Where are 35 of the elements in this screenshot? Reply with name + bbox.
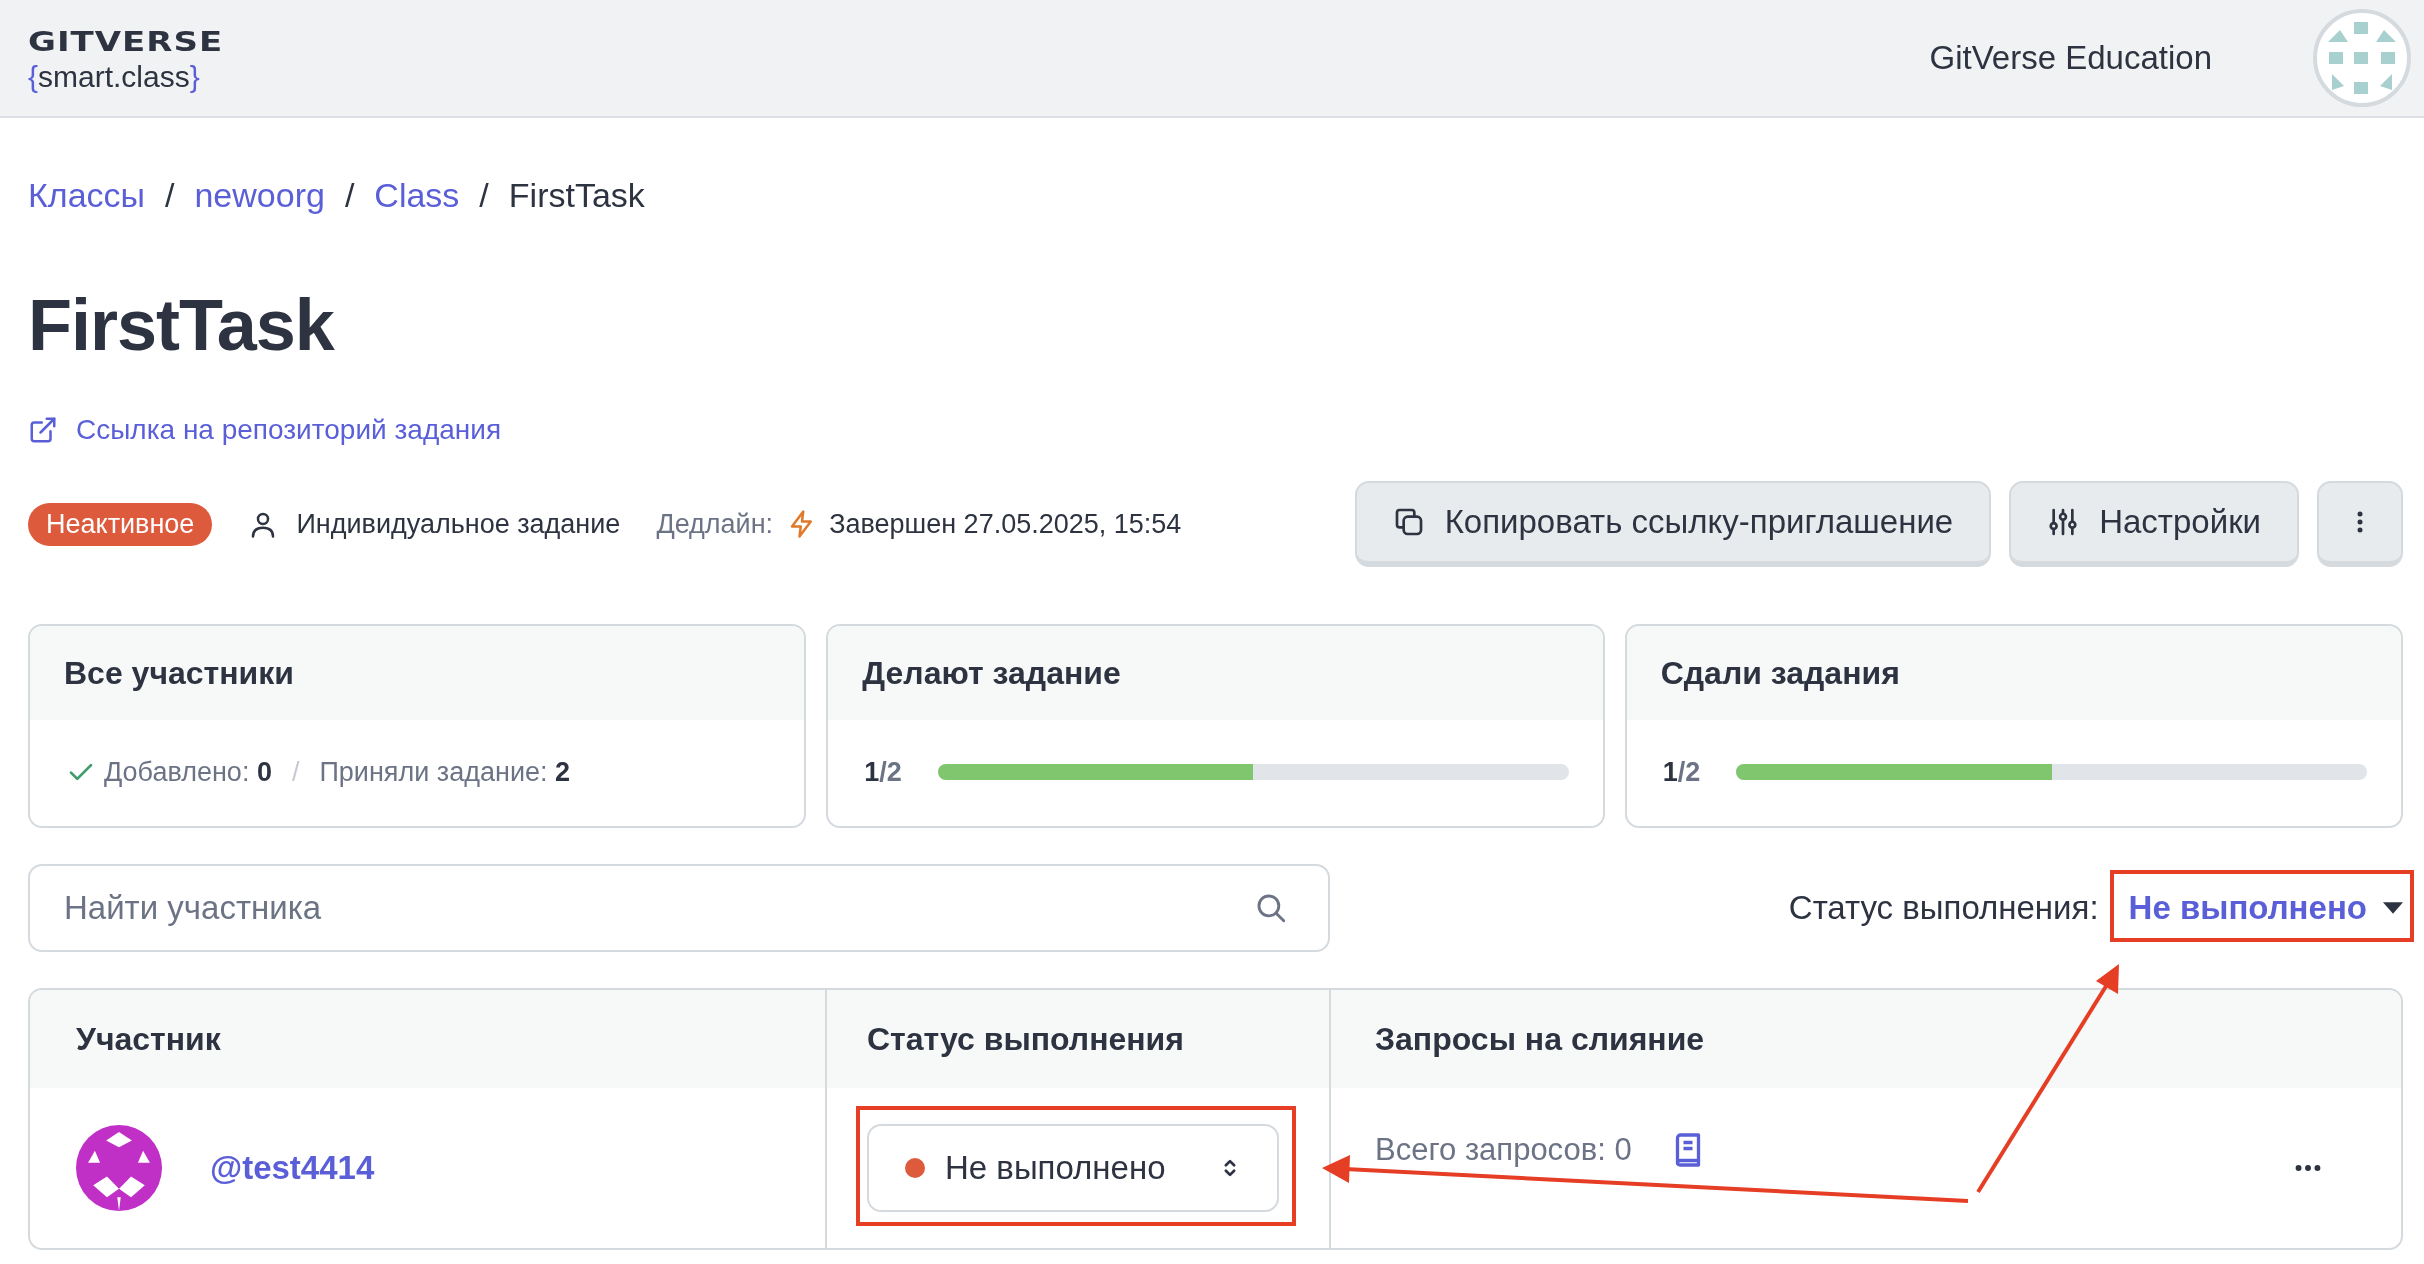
column-header: Статус выполнения: [867, 1020, 1184, 1058]
breadcrumb-separator: /: [344, 176, 355, 215]
card-title: Все участники: [64, 654, 294, 692]
breadcrumb-link[interactable]: Class: [374, 176, 460, 215]
organization-name[interactable]: GitVerse Education: [1929, 39, 2212, 77]
settings-button[interactable]: Настройки: [2009, 481, 2299, 567]
assignment-type: Индивидуальное задание: [296, 508, 621, 540]
card-title: Делают задание: [862, 654, 1121, 692]
progress-count: 1/2: [1662, 756, 1701, 788]
logo-subtitle: {smart.class}: [28, 62, 201, 92]
repository-link[interactable]: Ссылка на репозиторий задания: [76, 414, 502, 446]
breadcrumb-separator: /: [165, 176, 175, 215]
filter-label: Статус выполнения:: [1788, 889, 2099, 927]
progress-count: 1/2: [864, 756, 902, 788]
merge-requests-count: Всего запросов: 0: [1375, 1132, 1632, 1168]
status-select[interactable]: Не выполнено: [867, 1124, 1279, 1212]
deadline-value: Завершен 27.05.2025, 15:54: [829, 508, 1182, 540]
breadcrumb-separator: /: [479, 176, 489, 215]
search-field[interactable]: Найти участника: [28, 864, 1330, 952]
deadline-label: Дедлайн:: [656, 508, 774, 540]
status-filter-dropdown[interactable]: Не выполнено: [2128, 889, 2403, 927]
breadcrumb-link[interactable]: newoorg: [194, 176, 325, 215]
count-stat: Приняли задание: 2: [319, 756, 571, 788]
page-title: FirstTask: [28, 289, 336, 361]
breadcrumb-link[interactable]: Классы: [28, 176, 145, 215]
column-header: Участник: [76, 1020, 221, 1058]
logo-wordmark[interactable]: GITVERSE: [28, 27, 224, 55]
card-title: Сдали задания: [1660, 654, 1900, 692]
breadcrumb-current: FirstTask: [508, 176, 645, 215]
username-link[interactable]: @test4414: [210, 1149, 375, 1187]
status-badge: Неактивное: [28, 502, 213, 546]
count-stat: Добавлено: 0: [104, 756, 272, 788]
copy-invite-link-button[interactable]: Копировать ссылку-приглашение: [1354, 481, 1992, 567]
separator: /: [291, 756, 300, 788]
column-header: Запросы на слияние: [1375, 1020, 1705, 1058]
